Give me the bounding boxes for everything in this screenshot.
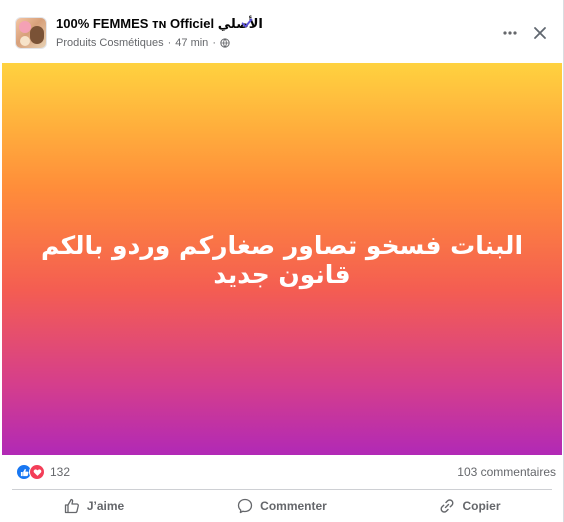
reaction-count[interactable]: 132 bbox=[50, 465, 70, 479]
page-name[interactable]: 100% FEMMES ᴛɴ Officiel الأصلي bbox=[56, 16, 263, 32]
post-time[interactable]: 47 min bbox=[175, 37, 208, 49]
action-bar: J’aime Commenter Copier bbox=[0, 490, 564, 522]
love-reaction-icon bbox=[29, 464, 45, 480]
copy-label: Copier bbox=[462, 499, 501, 513]
like-button[interactable]: J’aime bbox=[0, 490, 188, 522]
close-icon bbox=[534, 27, 546, 39]
page-avatar[interactable] bbox=[15, 17, 47, 49]
comment-label: Commenter bbox=[260, 499, 327, 513]
more-horizontal-icon bbox=[503, 31, 517, 35]
like-label: J’aime bbox=[86, 499, 125, 513]
close-button[interactable] bbox=[527, 20, 553, 46]
comment-icon bbox=[238, 498, 253, 514]
separator-dot: · bbox=[212, 37, 216, 49]
verified-badge-icon bbox=[241, 18, 253, 28]
post-text: البنات فسخو تصاور صغاركم وردو بالكم قانو… bbox=[40, 231, 524, 289]
reactions-bar: 132 103 commentaires bbox=[0, 455, 564, 489]
copy-button[interactable]: Copier bbox=[376, 490, 564, 522]
text-post-background[interactable]: البنات فسخو تصاور صغاركم وردو بالكم قانو… bbox=[2, 63, 562, 455]
link-icon bbox=[440, 499, 454, 513]
thumbs-up-icon bbox=[64, 498, 79, 514]
comment-button[interactable]: Commenter bbox=[188, 490, 376, 522]
reaction-icons[interactable] bbox=[16, 464, 48, 480]
post-header: 100% FEMMES ᴛɴ Officiel الأصلي Produits … bbox=[0, 0, 564, 63]
post-card: 100% FEMMES ᴛɴ Officiel الأصلي Produits … bbox=[0, 0, 564, 522]
more-options-button[interactable] bbox=[497, 20, 523, 46]
post-subline: Produits Cosmétiques · 47 min · bbox=[56, 37, 230, 49]
globe-icon[interactable] bbox=[220, 38, 230, 48]
separator-dot: · bbox=[167, 37, 172, 49]
page-category: Produits Cosmétiques bbox=[56, 37, 164, 49]
comments-count[interactable]: 103 commentaires bbox=[457, 465, 556, 479]
